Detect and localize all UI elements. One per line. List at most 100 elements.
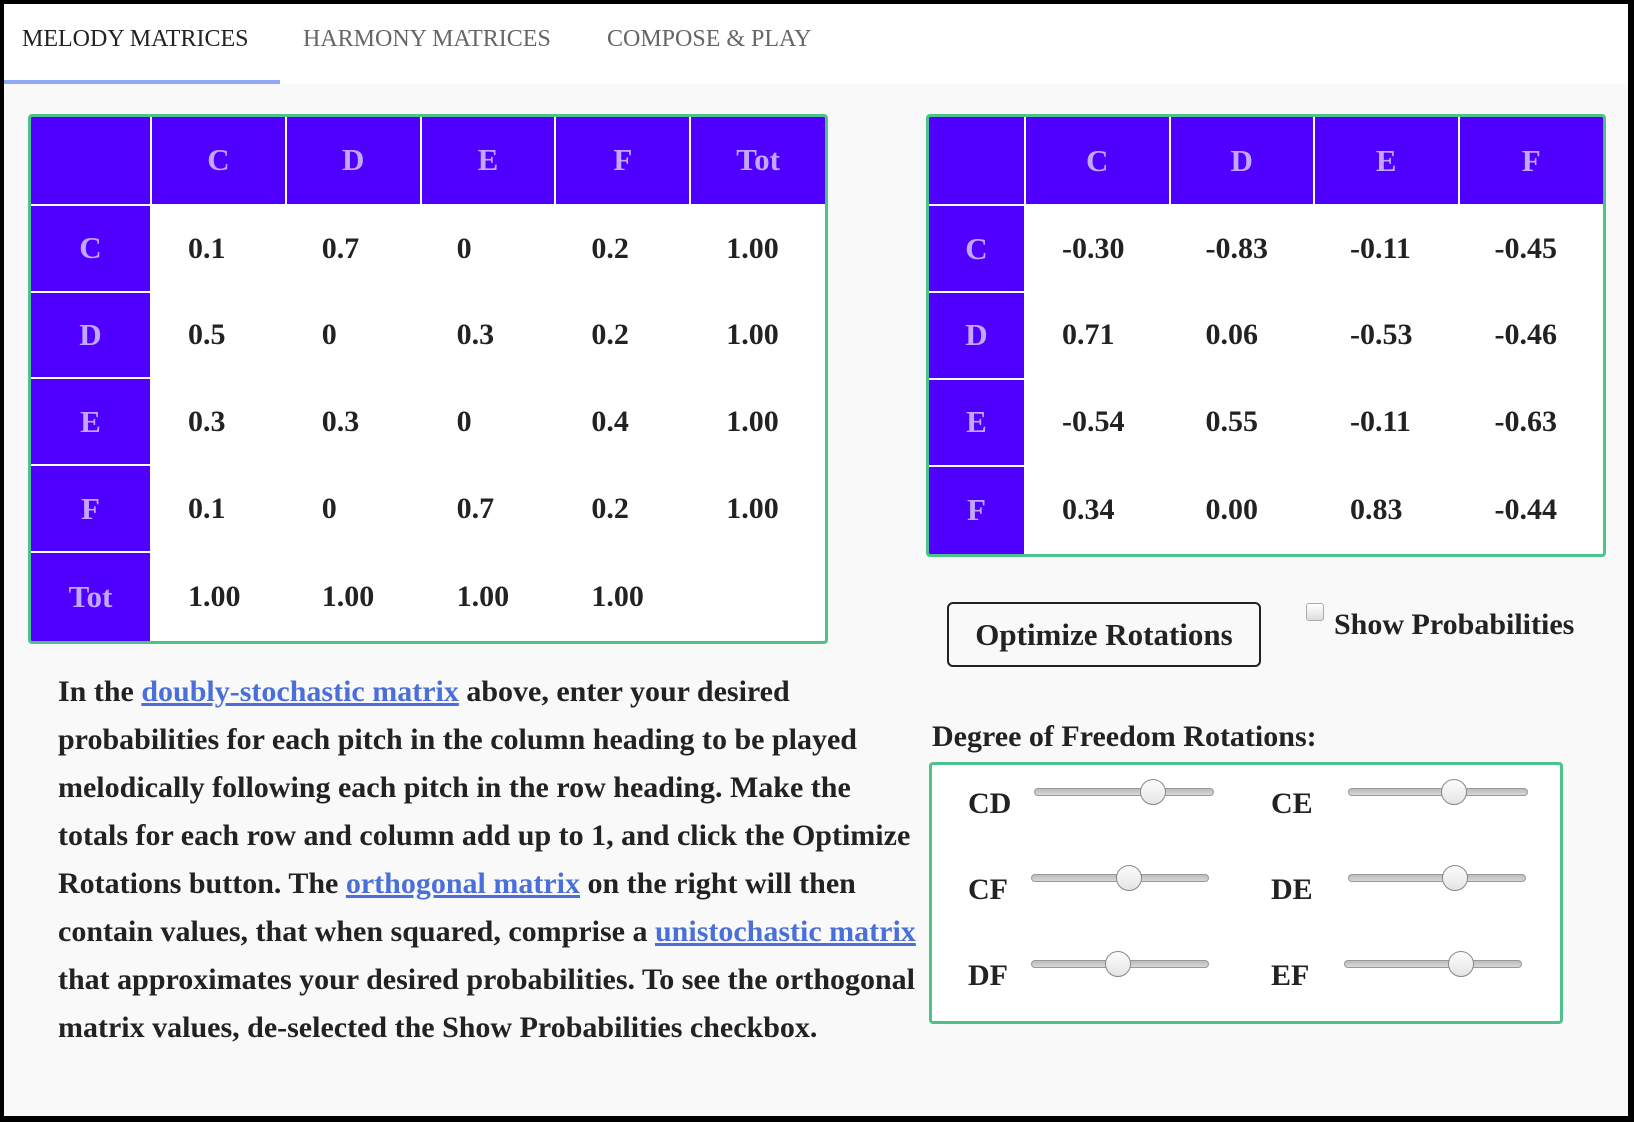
- matrix-cell: -0.46: [1494, 318, 1558, 352]
- row-header: D: [31, 290, 152, 380]
- orthogonal-matrix-link[interactable]: orthogonal matrix: [346, 867, 580, 900]
- melody-header-row: C D E F Tot: [31, 117, 825, 206]
- matrix-cell[interactable]: 0.3: [421, 292, 556, 379]
- col-header-f: F: [1457, 117, 1603, 207]
- row-header: E: [929, 377, 1026, 467]
- melody-matrix: C D E F Tot C 0.1 0.7 0 0.2 1.00 D 0.5 0 0.3 0.2 1.…: [28, 114, 828, 644]
- show-probabilities-checkbox[interactable]: [1306, 603, 1324, 621]
- matrix-cell[interactable]: 0.3: [286, 378, 421, 465]
- matrix-cell[interactable]: 0: [286, 465, 421, 552]
- matrix-cell: 1.00: [591, 579, 644, 613]
- matrix-cell: 1.00: [188, 579, 241, 613]
- matrix-cell[interactable]: 0: [421, 378, 556, 465]
- matrix-cell: -0.44: [1494, 492, 1558, 526]
- slider-track[interactable]: [1348, 874, 1526, 882]
- slider-track[interactable]: [1034, 788, 1214, 796]
- matrix-cell: -0.53: [1350, 318, 1413, 352]
- matrix-row: C 0.1 0.7 0 0.2 1.00: [31, 203, 825, 293]
- matrix-row: F 0.34 0.00 0.83 -0.44: [929, 464, 1603, 554]
- show-probabilities-label: Show Probabilities: [1334, 608, 1575, 641]
- matrix-cell: 1.00: [321, 579, 375, 613]
- matrix-cell: 1.00: [726, 491, 779, 525]
- matrix-cell[interactable]: 0.1: [151, 465, 286, 552]
- matrix-cell[interactable]: 0.5: [151, 292, 286, 379]
- matrix-cell: 0.34: [1062, 492, 1115, 526]
- matrix-cell[interactable]: 0.2: [555, 465, 690, 552]
- matrix-cell[interactable]: 0: [286, 292, 421, 379]
- matrix-cell: 1.00: [456, 579, 510, 613]
- orthogonal-matrix-table: C D E F C -0.30 -0.83 -0.11 -0.45 D 0.71 0.06 -0…: [929, 117, 1603, 554]
- app-frame: MELODY MATRICES HARMONY MATRICES COMPOSE…: [4, 4, 1628, 1116]
- col-header-d: D: [1168, 117, 1315, 207]
- slider-thumb[interactable]: [1441, 779, 1468, 805]
- matrix-row: Tot 1.00 1.00 1.00 1.00: [31, 551, 825, 641]
- matrix-cell: -0.11: [1350, 232, 1411, 265]
- dof-rotations-heading: Degree of Freedom Rotations:: [932, 720, 1317, 753]
- tab-harmony-matrices[interactable]: HARMONY MATRICES: [303, 26, 551, 53]
- matrix-cell[interactable]: 0.1: [151, 205, 286, 292]
- matrix-cell: 0.71: [1062, 318, 1115, 352]
- slider-ef[interactable]: [1344, 951, 1522, 977]
- active-tab-indicator: [4, 80, 280, 84]
- slider-track[interactable]: [1344, 960, 1522, 968]
- row-header: D: [929, 290, 1026, 380]
- matrix-cell[interactable]: 0.4: [555, 378, 690, 465]
- col-header-c: C: [150, 117, 287, 206]
- dof-rotations-panel: CD CE CF DE DF EF: [929, 762, 1563, 1024]
- matrix-cell: 0.06: [1205, 318, 1259, 352]
- row-header: C: [31, 203, 152, 293]
- matrix-row: F 0.1 0 0.7 0.2 1.00: [31, 464, 825, 554]
- matrix-row: E 0.3 0.3 0 0.4 1.00: [31, 377, 825, 467]
- matrix-cell: 1.00: [726, 231, 779, 265]
- col-header-f: F: [554, 117, 692, 206]
- slider-thumb[interactable]: [1105, 951, 1132, 977]
- col-header-tot: Tot: [689, 117, 825, 206]
- matrix-cell: -0.11: [1350, 405, 1411, 439]
- tab-compose-play[interactable]: COMPOSE & PLAY: [607, 26, 812, 53]
- col-header-e: E: [419, 117, 557, 206]
- tab-melody-matrices[interactable]: MELODY MATRICES: [22, 26, 248, 53]
- matrix-cell: -0.83: [1205, 232, 1269, 265]
- matrix-row: D 0.5 0 0.3 0.2 1.00: [31, 290, 825, 380]
- row-header: Tot: [31, 551, 152, 641]
- corner-cell: [31, 117, 152, 206]
- matrix-cell[interactable]: 0.3: [151, 378, 286, 465]
- slider-label-de: DE: [1271, 873, 1313, 906]
- matrix-row: C -0.30 -0.83 -0.11 -0.45: [929, 204, 1603, 293]
- slider-thumb[interactable]: [1448, 951, 1475, 977]
- slider-cf[interactable]: [1031, 865, 1209, 891]
- matrix-cell: -0.30: [1062, 232, 1125, 265]
- unistochastic-matrix-link[interactable]: unistochastic matrix: [655, 915, 916, 948]
- doubly-stochastic-link[interactable]: doubly-stochastic matrix: [141, 675, 459, 708]
- instructions-text: In the doubly-stochastic matrix above, e…: [58, 675, 916, 1044]
- slider-df[interactable]: [1031, 951, 1209, 977]
- slider-label-ef: EF: [1271, 959, 1310, 992]
- slider-label-df: DF: [968, 959, 1008, 992]
- slider-cd[interactable]: [1034, 779, 1214, 805]
- slider-ce[interactable]: [1348, 779, 1528, 805]
- slider-thumb[interactable]: [1441, 865, 1468, 891]
- matrix-cell[interactable]: 0.7: [421, 465, 556, 552]
- matrix-cell: [690, 552, 825, 641]
- matrix-cell: 1.00: [726, 318, 779, 352]
- matrix-cell[interactable]: 0: [421, 205, 556, 292]
- matrix-cell: -0.45: [1494, 232, 1558, 265]
- matrix-cell[interactable]: 0.7: [286, 205, 421, 292]
- matrix-cell: 0.00: [1205, 492, 1259, 526]
- optimize-rotations-button[interactable]: Optimize Rotations: [947, 602, 1261, 667]
- slider-label-cd: CD: [968, 787, 1012, 820]
- slider-track[interactable]: [1348, 788, 1528, 796]
- matrix-cell[interactable]: 0.2: [555, 205, 690, 292]
- slider-thumb[interactable]: [1115, 865, 1142, 891]
- slider-de[interactable]: [1348, 865, 1526, 891]
- slider-thumb[interactable]: [1139, 779, 1166, 805]
- col-header-d: D: [284, 117, 422, 206]
- row-header: E: [31, 377, 152, 467]
- matrix-cell[interactable]: 0.2: [555, 292, 690, 379]
- matrix-cell: 0.55: [1205, 405, 1259, 439]
- matrix-cell: -0.54: [1062, 405, 1125, 439]
- row-header: F: [929, 464, 1026, 554]
- matrix-cell: 1.00: [726, 404, 779, 438]
- orthogonal-matrix: C D E F C -0.30 -0.83 -0.11 -0.45 D 0.71 0.06 -0…: [926, 114, 1606, 557]
- col-header-e: E: [1313, 117, 1460, 207]
